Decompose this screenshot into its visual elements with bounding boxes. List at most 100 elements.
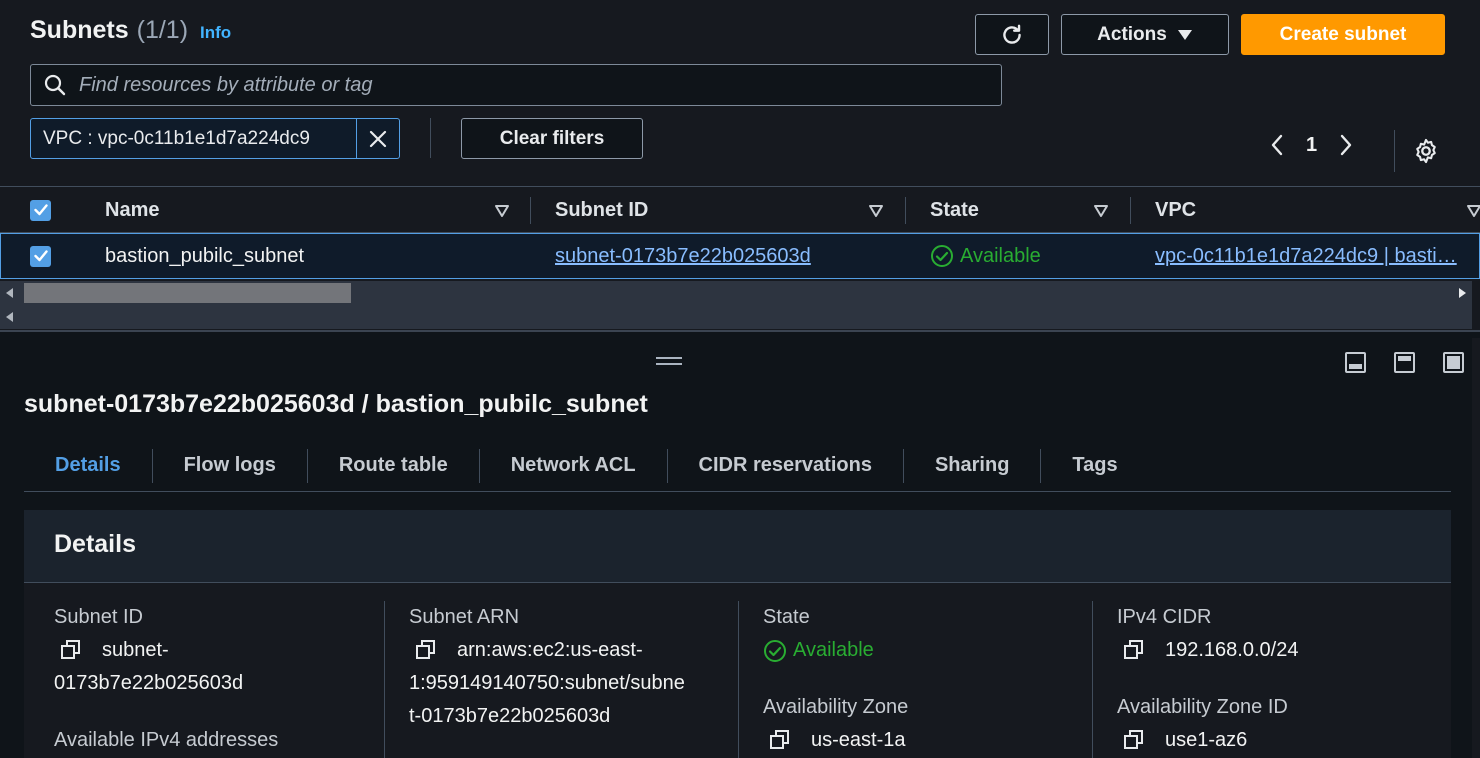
column-divider <box>738 601 739 758</box>
subnet-arn-value-cont: t-0173b7e22b025603d <box>409 705 611 727</box>
scroll-right-icon[interactable] <box>1458 288 1466 298</box>
column-header-subnet-id[interactable]: Subnet ID <box>555 187 648 233</box>
select-all-checkbox[interactable] <box>30 187 51 233</box>
horizontal-scrollbar[interactable] <box>0 281 1472 305</box>
panel-bottom-icon[interactable] <box>1345 352 1366 373</box>
column-divider <box>905 197 906 224</box>
details-column-1: Subnet ID subnet- 0173b7e22b025603d Avai… <box>54 601 384 758</box>
settings-gear-icon[interactable] <box>1412 137 1440 165</box>
scroll-left-icon[interactable] <box>6 288 14 298</box>
info-link[interactable]: Info <box>200 23 231 43</box>
row-checkbox[interactable] <box>30 234 51 278</box>
sort-icon[interactable] <box>494 204 510 218</box>
state-label: Available <box>960 244 1041 267</box>
search-bar[interactable] <box>30 64 1002 106</box>
state-label: State <box>763 606 810 628</box>
tab-route-table[interactable]: Route table <box>308 448 480 483</box>
column-divider <box>384 601 385 758</box>
table-header: Name Subnet ID State VPC <box>0 186 1480 233</box>
subnet-id-value-cont: 0173b7e22b025603d <box>54 672 244 694</box>
create-subnet-button[interactable]: Create subnet <box>1241 14 1445 55</box>
sort-icon[interactable] <box>868 204 884 218</box>
subnet-arn-label: Subnet ARN <box>409 606 520 628</box>
table-row[interactable]: bastion_pubilc_subnet subnet-0173b7e22b0… <box>0 233 1480 279</box>
search-input[interactable] <box>79 73 979 97</box>
copy-icon[interactable] <box>1123 639 1145 661</box>
page-number-button[interactable]: 1 <box>1306 134 1317 157</box>
copy-icon[interactable] <box>769 729 791 751</box>
clear-filters-button[interactable]: Clear filters <box>461 118 643 159</box>
ipv4-cidr-label: IPv4 CIDR <box>1117 606 1212 628</box>
state-value: Available <box>793 639 874 661</box>
detail-tabs: Details Flow logs Route table Network AC… <box>24 440 1451 492</box>
copy-icon[interactable] <box>60 639 82 661</box>
pagination: 1 <box>1270 133 1353 157</box>
horizontal-scrollbar[interactable] <box>0 305 1472 329</box>
check-icon <box>33 250 48 262</box>
page-header: Subnets (1/1) Info <box>30 16 231 45</box>
selection-count: (1/1) <box>136 16 189 44</box>
cell-vpc-link[interactable]: vpc-0c11b1e1d7a224dc9 | basti… <box>1155 234 1457 278</box>
tab-sharing[interactable]: Sharing <box>904 448 1042 483</box>
subnets-table-container: Subnets (1/1) Info Actions Create subnet… <box>0 0 1480 330</box>
copy-icon[interactable] <box>1123 729 1145 751</box>
filter-token-label: VPC : vpc-0c11b1e1d7a224dc9 <box>31 119 358 158</box>
ipv4-cidr-value: 192.168.0.0/24 <box>1165 639 1299 661</box>
cell-name: bastion_pubilc_subnet <box>105 244 305 267</box>
cell-state: Available <box>930 234 1041 278</box>
tab-flow-logs[interactable]: Flow logs <box>153 448 308 483</box>
details-card-header: Details <box>24 510 1451 583</box>
details-column-4: IPv4 CIDR 192.168.0.0/24 Availability Zo… <box>1117 601 1437 758</box>
scrollbar-thumb[interactable] <box>24 283 351 303</box>
availability-zone-value: us-east-1a <box>811 729 906 751</box>
divider <box>1394 130 1395 172</box>
subnet-id-label: Subnet ID <box>54 606 143 628</box>
page-title: Subnets <box>30 16 129 44</box>
panel-full-icon[interactable] <box>1443 352 1464 373</box>
close-icon <box>370 130 387 147</box>
column-header-name[interactable]: Name <box>105 187 159 233</box>
previous-page-icon[interactable] <box>1270 133 1284 157</box>
divider <box>430 118 431 158</box>
cell-subnet-id-link[interactable]: subnet-0173b7e22b025603d <box>555 234 811 278</box>
status-available-icon <box>764 640 786 662</box>
scroll-left-icon[interactable] <box>6 312 14 322</box>
next-page-icon[interactable] <box>1339 133 1353 157</box>
remove-filter-button[interactable] <box>357 119 399 158</box>
tab-cidr-reservations[interactable]: CIDR reservations <box>668 448 904 483</box>
column-header-state[interactable]: State <box>930 187 979 233</box>
search-icon <box>44 74 66 96</box>
filter-token: VPC : vpc-0c11b1e1d7a224dc9 <box>30 118 400 159</box>
tab-details[interactable]: Details <box>24 448 153 483</box>
availability-zone-label: Availability Zone <box>763 696 909 718</box>
actions-label: Actions <box>1097 23 1167 45</box>
details-section-title: Details <box>54 530 136 558</box>
availability-zone-id-value: use1-az6 <box>1165 729 1248 751</box>
subnet-arn-value: arn:aws:ec2:us-east- <box>457 639 643 661</box>
vertical-scrollbar[interactable] <box>1472 338 1480 758</box>
resize-handle-icon[interactable] <box>656 357 682 369</box>
available-ipv4-label: Available IPv4 addresses <box>54 729 279 751</box>
status-available-icon <box>931 245 953 267</box>
sort-icon[interactable] <box>1093 204 1109 218</box>
tab-network-acl[interactable]: Network ACL <box>480 448 668 483</box>
refresh-icon <box>1003 24 1021 44</box>
refresh-button[interactable] <box>975 14 1049 55</box>
sort-icon[interactable] <box>1466 204 1480 218</box>
subnet-id-value: subnet- <box>102 639 169 661</box>
copy-icon[interactable] <box>415 639 437 661</box>
panel-position-controls <box>1345 352 1464 373</box>
details-column-2: Subnet ARN arn:aws:ec2:us-east- 1:959149… <box>409 601 739 758</box>
column-divider <box>530 197 531 224</box>
check-icon <box>33 204 48 216</box>
column-header-vpc[interactable]: VPC <box>1155 187 1196 233</box>
tab-tags[interactable]: Tags <box>1041 449 1148 483</box>
actions-dropdown-button[interactable]: Actions <box>1061 14 1229 55</box>
details-card-body: Subnet ID subnet- 0173b7e22b025603d Avai… <box>24 583 1451 758</box>
column-divider <box>1130 197 1131 224</box>
detail-panel-title: subnet-0173b7e22b025603d / bastion_pubil… <box>24 390 648 418</box>
column-divider <box>1092 601 1093 758</box>
split-panel-divider[interactable] <box>0 330 1480 338</box>
details-column-3: State Available Availability Zone us-eas… <box>763 601 1093 758</box>
panel-top-icon[interactable] <box>1394 352 1415 373</box>
